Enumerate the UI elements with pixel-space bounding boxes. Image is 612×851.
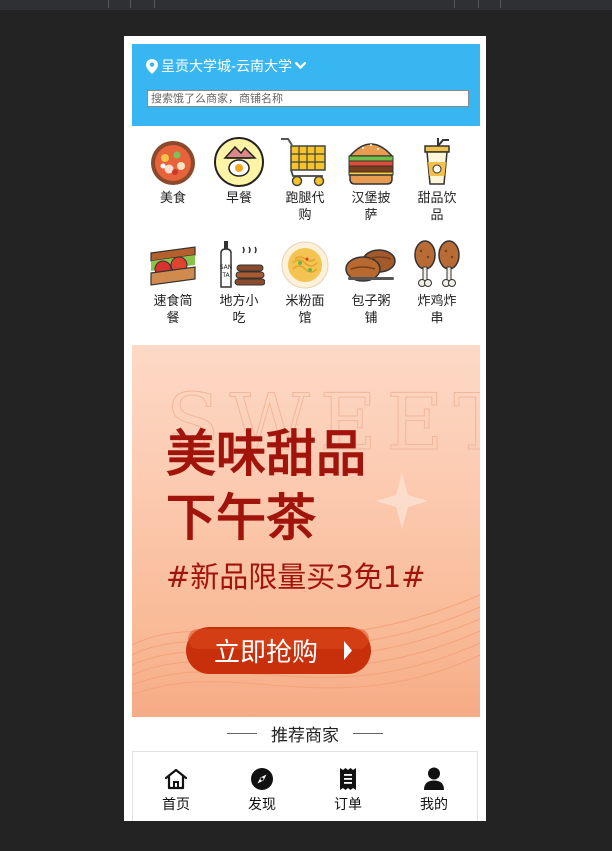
nav-label: 发现 [248, 797, 276, 813]
bottom-nav: 首页 发现 订单 我的 [132, 751, 478, 821]
header: 呈贡大学城-云南大学 [132, 44, 480, 126]
category-label: 地方小吃 [219, 294, 259, 326]
bun-icon [345, 249, 396, 282]
promo-banner[interactable]: SWEET 美味甜品 下午茶 #新品限量买3免1# 立即抢购 [132, 345, 480, 717]
category-label: 汉堡披萨 [351, 191, 391, 223]
noodle-bowl-icon [281, 241, 329, 289]
category-item[interactable]: SAN TA 地方小吃 [206, 239, 272, 327]
category-label: 速食简餐 [153, 294, 193, 326]
banner-headline-1: 美味甜品 [166, 425, 366, 483]
buy-now-label: 立即抢购 [214, 638, 318, 668]
recommended-section-title: 推荐商家 [124, 722, 486, 746]
category-item[interactable]: 包子粥铺 [338, 239, 404, 327]
category-item[interactable]: 速食简餐 [140, 239, 206, 327]
location-pin-icon [146, 58, 158, 74]
category-label: 跑腿代购 [285, 191, 325, 223]
burger-icon [348, 143, 394, 185]
breakfast-egg-icon [214, 137, 264, 187]
phone-screen: 呈贡大学城-云南大学 美食 [124, 36, 486, 821]
location-text: 呈贡大学城-云南大学 [161, 59, 293, 75]
nav-orders[interactable]: 订单 [305, 752, 391, 821]
drink-cup-icon [424, 138, 450, 185]
nav-label: 订单 [334, 797, 362, 813]
banner-promo-text: #新品限量买3免1# [166, 560, 426, 594]
hotpot-icon [151, 141, 195, 185]
category-label: 早餐 [225, 191, 252, 206]
category-item[interactable]: 炸鸡炸串 [404, 239, 470, 327]
banner-art: SWEET 美味甜品 下午茶 #新品限量买3免1# 立即抢购 [132, 378, 480, 696]
category-item[interactable]: 甜品饮品 [404, 136, 470, 224]
category-item[interactable]: 早餐 [206, 136, 272, 207]
category-item[interactable]: 汉堡披萨 [338, 136, 404, 224]
svg-text:TA: TA [221, 272, 230, 279]
chevron-down-icon [295, 62, 307, 69]
receipt-icon [340, 768, 356, 790]
divider-left [227, 732, 257, 734]
svg-text:SAN: SAN [220, 264, 233, 271]
user-icon [424, 767, 444, 790]
nav-label: 首页 [162, 797, 190, 813]
nav-label: 我的 [420, 797, 448, 813]
banner-headline-2: 下午茶 [166, 489, 317, 547]
category-label: 包子粥铺 [351, 294, 391, 326]
category-item[interactable]: 美食 [140, 136, 206, 207]
sandwich-icon [150, 246, 196, 286]
nav-profile[interactable]: 我的 [391, 752, 477, 821]
nav-discover[interactable]: 发现 [219, 752, 305, 821]
local-snack-icon: SAN TA [220, 241, 266, 288]
shopping-cart-icon [281, 138, 326, 187]
category-label: 美食 [159, 191, 186, 206]
section-title: 推荐商家 [271, 725, 339, 746]
category-label: 米粉面馆 [285, 294, 325, 326]
editor-top-bar [0, 0, 612, 10]
category-item[interactable]: 跑腿代购 [272, 136, 338, 224]
fried-chicken-icon [414, 240, 460, 287]
nav-home[interactable]: 首页 [133, 752, 219, 821]
buy-now-button[interactable]: 立即抢购 [186, 627, 371, 674]
compass-icon [251, 768, 273, 790]
category-label: 甜品饮品 [417, 191, 457, 223]
home-icon [164, 768, 188, 790]
divider-right [353, 732, 383, 734]
search-input[interactable] [147, 90, 469, 107]
category-label: 炸鸡炸串 [417, 294, 457, 326]
category-item[interactable]: 米粉面馆 [272, 239, 338, 327]
location-selector[interactable]: 呈贡大学城-云南大学 [146, 56, 307, 76]
